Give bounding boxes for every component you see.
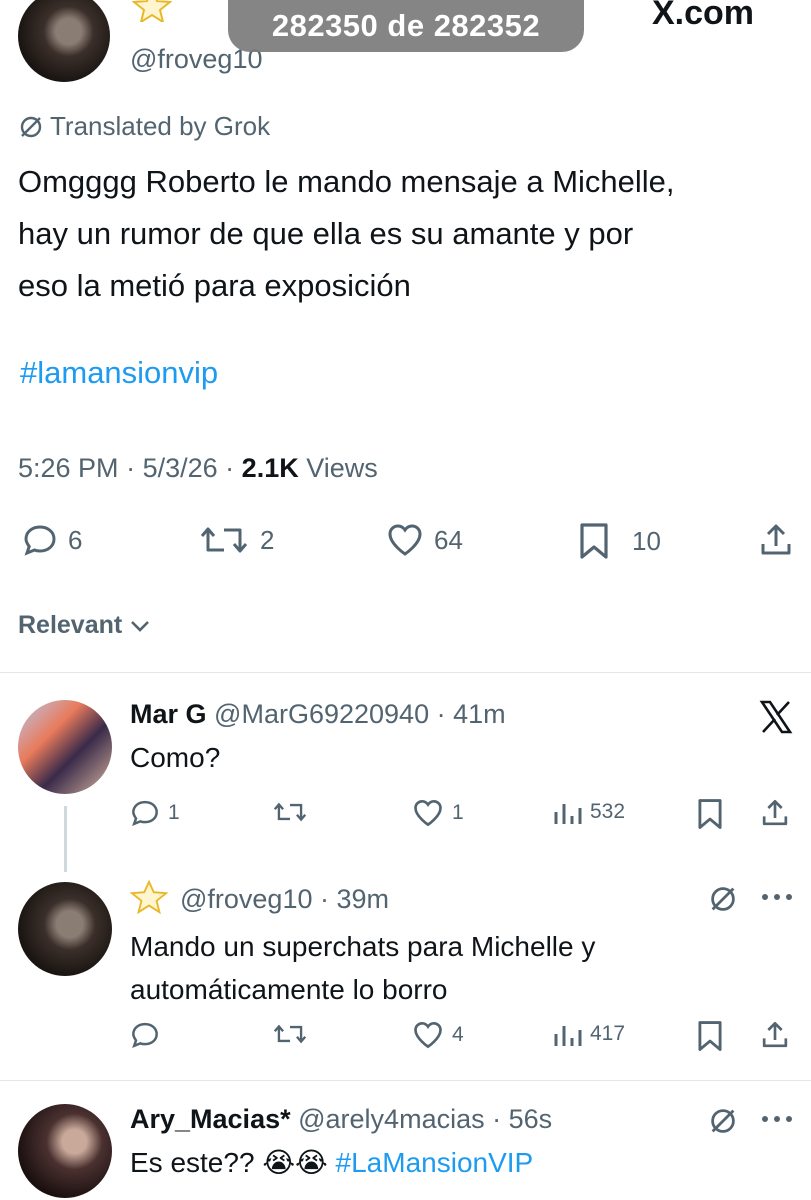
reply-time[interactable]: 41m <box>453 699 506 729</box>
reply-header: @froveg10 · 39m <box>180 884 390 914</box>
crying-emoji: 😭😭 <box>262 1147 328 1178</box>
views-count: 2.1K <box>241 453 299 483</box>
star-icon <box>130 880 168 914</box>
grok-icon[interactable] <box>708 884 738 914</box>
grok-icon <box>18 114 44 140</box>
reply-avatar[interactable] <box>18 700 112 794</box>
divider <box>0 672 811 673</box>
tweet-time[interactable]: 5:26 PM <box>18 453 119 483</box>
divider <box>0 1080 811 1081</box>
x-logo-icon <box>758 700 794 734</box>
share-icon[interactable] <box>760 1020 790 1050</box>
author-avatar[interactable] <box>18 0 110 82</box>
reply-text-content: Es este?? <box>130 1147 255 1178</box>
tweet-body-line: eso la metió para exposición <box>18 268 411 303</box>
repost-icon <box>272 1020 308 1048</box>
like-count: 64 <box>434 524 463 555</box>
x-watermark: X.com <box>652 0 755 32</box>
reply-button[interactable]: 6 <box>22 522 82 558</box>
reply-like-button[interactable]: 1 <box>412 798 464 828</box>
thread-line <box>64 806 67 872</box>
reply-like-count: 1 <box>452 801 464 824</box>
reply-repost-button[interactable] <box>272 798 316 826</box>
tweet-body-line: Omgggg Roberto le mando mensaje a Michel… <box>18 164 675 199</box>
reply-text: Como? <box>130 742 221 773</box>
share-icon[interactable] <box>760 798 790 828</box>
views-icon <box>552 798 582 826</box>
bookmark-count: 10 <box>632 525 661 556</box>
reply-author-name[interactable]: Ary_Macias* <box>130 1104 291 1134</box>
reply-avatar[interactable] <box>18 1104 112 1198</box>
star-icon <box>132 0 172 22</box>
reply-header: Ary_Macias* @arely4macias · 56s <box>130 1104 553 1134</box>
reply-text: Es este?? 😭😭 #LaMansionVIP <box>130 1146 533 1179</box>
reply-repost-button[interactable] <box>272 1020 316 1048</box>
reply-hashtag[interactable]: #LaMansionVIP <box>336 1147 534 1178</box>
reply-like-button[interactable]: 4 <box>412 1020 464 1050</box>
repost-button[interactable]: 2 <box>198 522 274 558</box>
reply-header: Mar G @MarG69220940 · 41m <box>130 699 506 729</box>
like-button[interactable]: 64 <box>386 522 463 558</box>
share-icon[interactable] <box>758 522 794 558</box>
bookmark-icon[interactable] <box>696 798 724 830</box>
bookmark-icon[interactable] <box>696 1020 724 1052</box>
repost-count: 2 <box>260 524 275 555</box>
reply-like-count: 4 <box>452 1023 464 1046</box>
tweet-meta: 5:26 PM · 5/3/26 · 2.1K Views <box>18 453 378 483</box>
reply-text: Mando un superchats para Michelle y auto… <box>130 925 595 1011</box>
reply-views-button[interactable]: 532 <box>552 798 625 826</box>
reply-author-handle[interactable]: @froveg10 <box>180 884 312 914</box>
heart-icon <box>412 1020 444 1050</box>
bookmark-button[interactable]: 10 <box>578 522 661 560</box>
reply-avatar[interactable] <box>18 882 112 976</box>
reply-reply-button[interactable]: 1 <box>130 798 180 828</box>
reply-views-button[interactable]: 417 <box>552 1020 625 1048</box>
reply-author-name[interactable]: Mar G <box>130 699 207 729</box>
tweet-date[interactable]: 5/3/26 <box>143 453 218 483</box>
reply-views-count: 417 <box>590 1022 626 1045</box>
views-label: Views <box>306 453 378 483</box>
heart-icon <box>412 798 444 828</box>
repost-icon <box>272 798 308 826</box>
reply-icon <box>22 522 58 558</box>
reply-reply-button[interactable] <box>130 1020 168 1050</box>
repost-icon <box>198 522 250 558</box>
views-icon <box>552 1020 582 1048</box>
reply-reply-count: 1 <box>168 801 180 824</box>
reply-author-handle[interactable]: @MarG69220940 <box>214 699 429 729</box>
reply-author-handle[interactable]: @arely4macias <box>298 1104 484 1134</box>
reply-time[interactable]: 39m <box>337 884 390 914</box>
tweet-body: Omgggg Roberto le mando mensaje a Michel… <box>18 156 675 312</box>
chevron-down-icon <box>129 618 151 634</box>
tweet-body-line: hay un rumor de que ella es su amante y … <box>18 216 634 251</box>
reply-count: 6 <box>68 524 83 555</box>
reply-text-line: Mando un superchats para Michelle y <box>130 931 596 962</box>
reply-icon <box>130 1020 160 1050</box>
more-icon[interactable] <box>760 890 794 904</box>
translated-by-label[interactable]: Translated by Grok <box>50 111 270 142</box>
reply-text-line: automáticamente lo borro <box>130 974 448 1005</box>
sort-dropdown[interactable]: Relevant <box>18 611 151 640</box>
sort-label: Relevant <box>18 611 123 639</box>
image-counter: 282350 de 282352 <box>228 0 584 52</box>
more-icon[interactable] <box>760 1112 794 1126</box>
bookmark-icon <box>578 522 610 560</box>
tweet-hashtag[interactable]: #lamansionvip <box>20 355 218 391</box>
reply-icon <box>130 798 160 828</box>
reply-time[interactable]: 56s <box>509 1104 553 1134</box>
reply-views-count: 532 <box>590 800 626 823</box>
grok-icon[interactable] <box>708 1106 738 1136</box>
heart-icon <box>386 522 424 558</box>
